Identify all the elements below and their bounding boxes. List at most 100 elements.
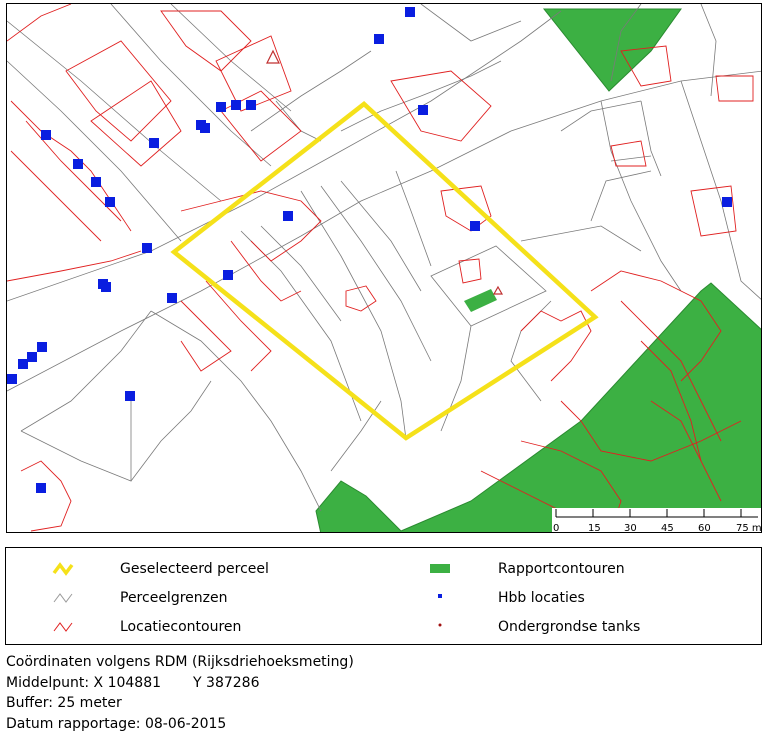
perceelgrenzen-shape xyxy=(520,225,642,252)
hbb-shape xyxy=(142,243,152,253)
hbb-shape xyxy=(470,221,480,231)
legend-label: Ondergrondse tanks xyxy=(498,619,641,635)
rapportcontouren-layer xyxy=(315,8,761,532)
green-area-bottom xyxy=(315,282,761,532)
locatiecontouren-shape xyxy=(90,80,182,167)
scale-tick-label: 45 xyxy=(661,523,674,533)
hbb-shape xyxy=(91,177,101,187)
hbb-shape xyxy=(374,34,384,44)
locatiecontouren-shape xyxy=(7,250,142,282)
grey-line-icon xyxy=(53,593,73,603)
locatiecontouren-shape xyxy=(690,185,737,237)
perceelgrenzen-shape xyxy=(395,170,432,267)
scale-tick-label: 60 xyxy=(698,523,711,533)
hbb-shape xyxy=(200,123,210,133)
locatiecontouren-shape xyxy=(10,150,102,242)
locatiecontouren-shape xyxy=(160,10,252,72)
locatiecontouren-shape xyxy=(520,310,592,382)
perceelgrenzen-shape xyxy=(7,10,562,302)
legend-label: Geselecteerd perceel xyxy=(120,561,269,577)
green-rect-icon xyxy=(430,564,450,573)
report-metadata: Coördinaten volgens RDM (Rijksdriehoeksm… xyxy=(6,652,354,734)
scale-tick-label: 75 m xyxy=(736,523,762,533)
hbb-shape xyxy=(722,197,732,207)
perceelgrenzen-shape xyxy=(560,100,642,132)
legend-item-locatiecontouren: Locatiecontouren xyxy=(50,616,241,638)
perceelgrenzen-shape xyxy=(640,100,662,177)
hbb-shape xyxy=(18,359,28,369)
legend-item-rapportcontouren: Rapportcontouren xyxy=(428,558,625,580)
perceelgrenzen-shape xyxy=(20,401,132,482)
perceelgrenzen-shape xyxy=(320,185,432,362)
hbb-shape xyxy=(105,197,115,207)
scale-bar-shape xyxy=(552,508,761,532)
legend-item-hbb: Hbb locaties xyxy=(428,587,585,609)
hbb-shape xyxy=(101,282,111,292)
perceelgrenzen-shape xyxy=(340,180,422,292)
locatiecontouren-shape xyxy=(390,70,492,142)
red-line-icon xyxy=(53,622,73,632)
center-y: Y 387286 xyxy=(193,674,260,691)
hbb-shape xyxy=(37,342,47,352)
tank-marker xyxy=(492,285,504,295)
hbb-shape xyxy=(223,270,233,280)
hbb-shape xyxy=(149,138,159,148)
perceelgrenzen-shape xyxy=(130,380,212,482)
hbb-shape xyxy=(41,130,51,140)
perceelgrenzen-shape xyxy=(590,170,652,222)
map-canvas: 0 15 30 45 60 75 m xyxy=(7,4,762,533)
buffer-text: Buffer: 25 meter xyxy=(6,695,122,711)
perceelgrenzen-shape xyxy=(700,4,717,97)
locatiecontouren-shape xyxy=(230,240,302,302)
locatiecontouren-shape xyxy=(205,280,272,372)
locatiecontouren-shape xyxy=(65,40,172,142)
hbb-shape xyxy=(73,159,83,169)
legend-label: Rapportcontouren xyxy=(498,561,625,577)
locatiecontouren-shape xyxy=(215,35,292,112)
perceelgrenzen-shape xyxy=(420,60,502,97)
hbb-shape xyxy=(283,211,293,221)
green-area-top xyxy=(542,8,682,92)
legend-label: Perceelgrenzen xyxy=(120,590,228,606)
coordinate-system-text: Coördinaten volgens RDM (Rijksdriehoeksm… xyxy=(6,654,354,670)
perceelgrenzen-shape xyxy=(600,100,682,292)
legend-item-perceelgrenzen: Perceelgrenzen xyxy=(50,587,227,609)
hbb-shape xyxy=(36,483,46,493)
hbb-shape xyxy=(167,293,177,303)
legend-item-tanks: Ondergrondse tanks xyxy=(428,616,640,638)
yellow-line-icon xyxy=(52,562,74,576)
perceelgrenzen-shape xyxy=(150,310,322,512)
perceelgrenzen-shape xyxy=(170,4,292,112)
hbb-shape xyxy=(27,352,37,362)
locatiecontouren-shape xyxy=(7,4,72,42)
legend-item-geselecteerd: Geselecteerd perceel xyxy=(50,558,269,580)
locatiecontouren-shape xyxy=(180,300,232,372)
locatiecontouren-shape xyxy=(20,460,72,532)
map-view[interactable]: 0 15 30 45 60 75 m xyxy=(6,3,762,533)
hbb-shape xyxy=(231,100,241,110)
scale-tick-label: 30 xyxy=(624,523,637,533)
map-legend: Geselecteerd perceel Perceelgrenzen Loca… xyxy=(5,547,762,645)
locatiecontouren-shape xyxy=(180,190,322,262)
hbb-shape xyxy=(125,391,135,401)
tank-icon xyxy=(438,623,442,627)
center-x: Middelpunt: X 104881 xyxy=(6,674,162,691)
hbb-shape xyxy=(418,105,428,115)
scale-tick-label: 15 xyxy=(588,523,601,533)
legend-label: Hbb locaties xyxy=(498,590,585,606)
hbb-shape xyxy=(405,7,415,17)
locatiecontouren-shape xyxy=(715,75,754,102)
perceelgrenzen-shape xyxy=(20,310,152,432)
perceelgrenzen-shape xyxy=(260,225,342,322)
perceelgrenzen-shape xyxy=(420,4,522,42)
hbb-shape xyxy=(216,102,226,112)
perceelgrenzen-shape xyxy=(275,100,322,142)
locatiecontouren-shape xyxy=(440,185,492,232)
perceelgrenzen-shape xyxy=(110,4,272,167)
hbb-shape xyxy=(7,374,17,384)
scale-bar: 0 15 30 45 60 75 m xyxy=(552,508,762,533)
blue-square-icon xyxy=(438,594,442,598)
rapportcontour-small xyxy=(464,289,497,312)
locatiecontouren-shape xyxy=(610,140,647,167)
scale-tick-label: 0 xyxy=(553,523,559,533)
